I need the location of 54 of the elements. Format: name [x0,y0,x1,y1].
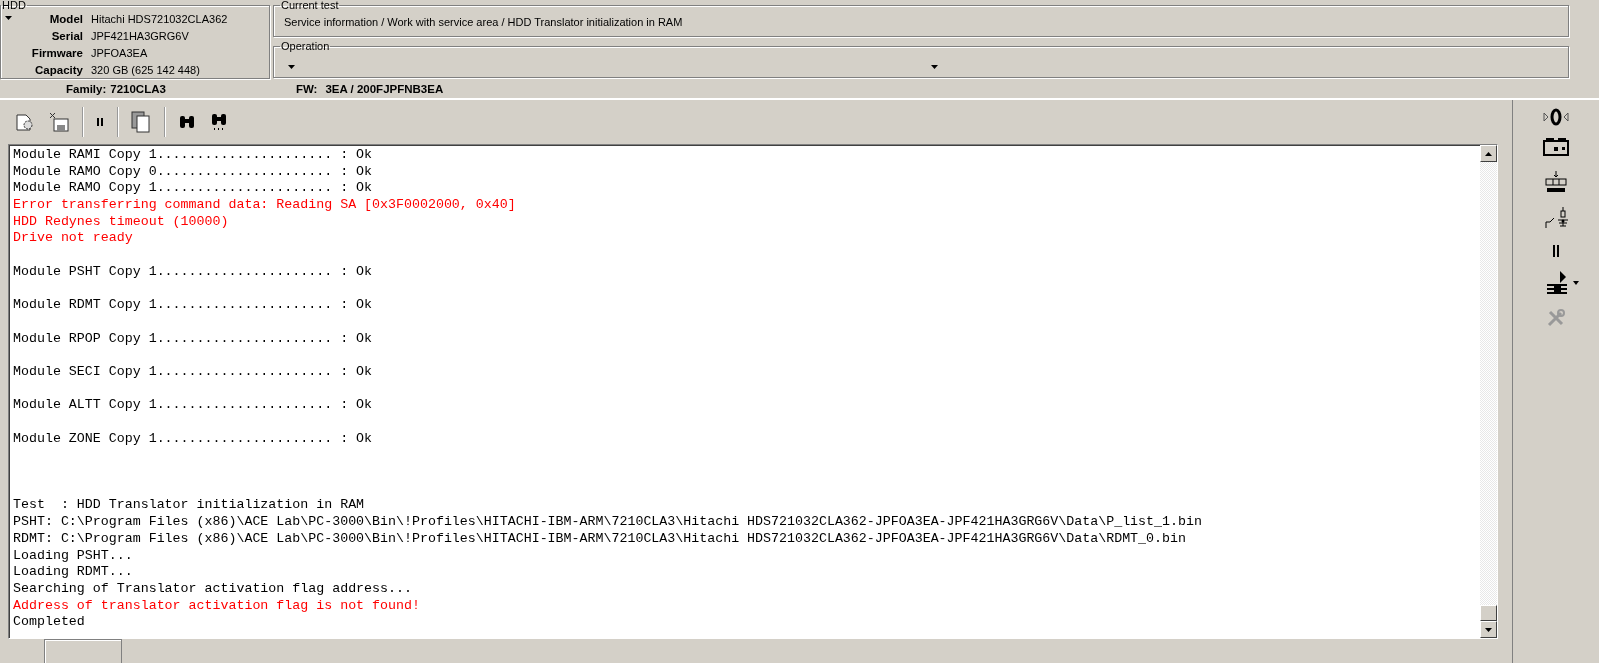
log-line: PSHT: C:\Program Files (x86)\ACE Lab\PC-3000\Bin\!Profiles\HITACHI-IBM-ARM\7210CLA3\Hitachi HDS721032CLA362-JPFOA3EA-JPF421HA3GRG6V\Data\P_list_1.bin [13,514,1202,530]
floppy-disk-icon[interactable] [48,111,70,133]
scroll-up-icon[interactable] [1485,151,1492,156]
log-line: Module SECI Copy 1...................... : Ok [13,363,373,379]
play-cable-icon[interactable] [1545,270,1569,296]
log-line: Module RAMO Copy 0...................... : Ok [13,163,373,179]
log-line: Searching of Translator activation flag address... [13,580,412,596]
current-test-path: Service information / Work with service area / HDD Translator initialization in RAM [283,15,684,30]
log-line: Module RAMO Copy 1...................... : Ok [13,180,373,196]
field-value: JPFOA3EA [91,46,149,60]
caret-icon[interactable] [1573,281,1579,285]
info-label: FW: [295,83,318,95]
log-line: Loading RDMT... [13,564,133,580]
field-label: Model [48,12,83,26]
caret-icon[interactable] [5,16,12,20]
field-label: Capacity [34,63,83,77]
binoculars-next-icon[interactable] [209,112,229,132]
info-value: 7210CLA3 [110,83,166,95]
group-title: Current test [280,0,340,10]
bottom-tab[interactable] [44,639,122,663]
log-line: Module RAMI Copy 1...................... : Ok [13,147,373,162]
page-gear-icon[interactable] [14,111,36,133]
group-title: Operation [280,41,331,51]
group-title: HDD [1,0,27,10]
log-line: RDMT: C:\Program Files (x86)\ACE Lab\PC-3000\Bin\!Profiles\HITACHI-IBM-ARM\7210CLA3\Hitachi HDS721032CLA362-JPFOA3EA-JPF421HA3GRG6V\Data\RDMT_0.bin [13,530,1186,546]
field-value: JPF421HA3GRG6V [91,29,190,43]
log-line: Module ZONE Copy 1...................... : Ok [13,430,373,446]
info-value: 3EA / 200FJPFNB3EA [325,83,444,95]
log-line: Completed [13,614,85,630]
log-line: HDD Redynes timeout (10000) [13,213,229,229]
log-line: Test : HDD Translator initialization in RAM [13,497,365,513]
log-line: Error transferring command data: Reading SA [0x3F0002000, 0x40] [13,197,516,213]
log-line: Module RDMT Copy 1...................... : Ok [13,297,373,313]
scroll-down-icon[interactable] [1485,627,1492,632]
caret-icon[interactable] [288,65,295,69]
copy-icon[interactable] [130,110,152,134]
info-label: Family: [66,83,107,95]
log-line: Loading PSHT... [13,547,133,563]
zero-reset-icon[interactable] [1543,108,1569,126]
log-line: Module RPOP Copy 1...................... : Ok [13,330,373,346]
reset-counter-icon[interactable] [1544,170,1568,194]
scroll-thumb[interactable] [1480,605,1497,621]
log-line: Drive not ready [13,230,133,246]
field-label: Serial [50,29,83,43]
pause-icon[interactable] [1551,244,1561,258]
log-line: Module ALTT Copy 1...................... : Ok [13,397,373,413]
field-value: Hitachi HDS721032CLA362 [91,12,229,26]
field-value: 320 GB (625 142 448) [91,63,201,77]
scrollbar[interactable] [1480,145,1497,638]
caret-icon[interactable] [931,65,938,69]
log-line: Module PSHT Copy 1...................... : Ok [13,263,373,279]
circuit-board-icon[interactable] [1542,138,1570,158]
field-label: Firmware [30,46,83,60]
log-line: Address of translator activation flag is not found! [13,597,420,613]
